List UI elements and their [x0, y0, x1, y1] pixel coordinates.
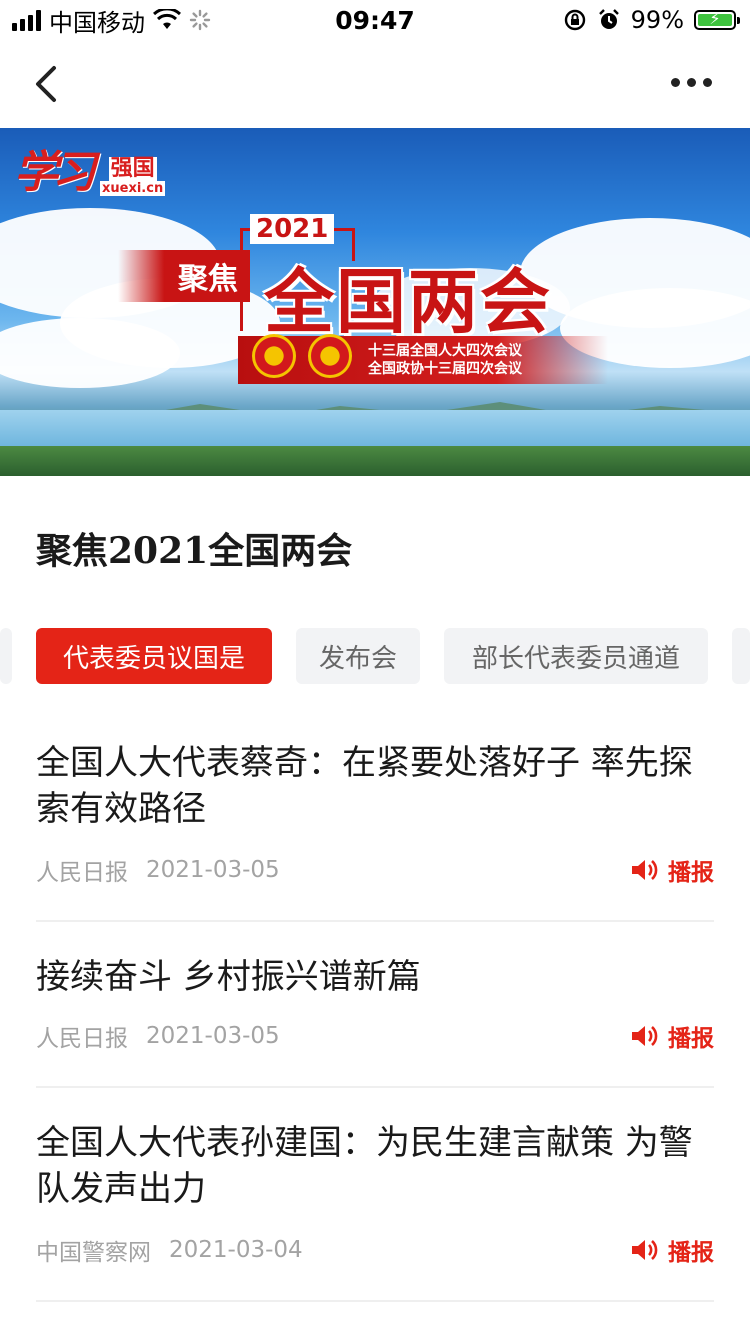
article-source: 中国警察网	[36, 1240, 151, 1266]
article-title[interactable]: 全国人大代表蔡奇：在紧要处落好子 率先探索有效路径	[36, 740, 714, 832]
nav-bar	[0, 40, 750, 128]
article-date: 2021-03-05	[146, 1023, 280, 1049]
battery-icon: ⚡	[694, 9, 740, 30]
more-dots-icon	[671, 78, 680, 87]
play-button[interactable]: 播报	[630, 852, 714, 888]
logo-brand: 强国	[108, 156, 157, 181]
speaker-icon	[632, 1240, 658, 1260]
national-emblem-icon	[252, 334, 296, 378]
xuexi-logo: 学习 强国 xuexi.cn	[14, 136, 166, 200]
banner-image[interactable]: 学习 强国 xuexi.cn 2021 聚焦 全国两会 十三届全国人大四次会议 …	[0, 128, 750, 476]
article-source: 人民日报	[36, 1026, 128, 1052]
focus-tag: 聚焦	[118, 250, 250, 302]
status-bar: 中国移动 09:47 99% ⚡	[0, 0, 750, 40]
logo-calligraphy: 学习	[14, 147, 96, 198]
back-button[interactable]	[30, 62, 70, 106]
article-meta: 中国警察网 2021-03-04 播报	[36, 1232, 714, 1268]
speaker-icon	[632, 1026, 658, 1046]
play-label: 播报	[668, 1240, 714, 1266]
article-source: 人民日报	[36, 860, 128, 886]
banner-year: 2021	[250, 214, 335, 244]
status-right: 99% ⚡	[563, 6, 740, 34]
play-label: 播报	[668, 1026, 714, 1052]
focus-tag-label: 聚焦	[178, 262, 238, 297]
cppcc-emblem-icon	[308, 334, 352, 378]
meeting-text: 十三届全国人大四次会议 全国政协十三届四次会议	[368, 343, 522, 377]
divider	[36, 1300, 714, 1302]
tab-edge-left[interactable]	[0, 628, 12, 684]
article-item[interactable]: 全国人大代表蔡奇：在紧要处落好子 率先探索有效路径	[36, 740, 714, 832]
article-date: 2021-03-04	[169, 1237, 303, 1263]
logo-url: xuexi.cn	[100, 181, 166, 196]
play-button[interactable]: 播报	[630, 1232, 714, 1268]
shore-shape	[0, 446, 750, 476]
charging-bolt-icon: ⚡	[709, 9, 721, 28]
play-label: 播报	[668, 860, 714, 886]
lake-shape	[0, 410, 750, 450]
play-button[interactable]: 播报	[630, 1018, 714, 1054]
article-date: 2021-03-05	[146, 857, 280, 883]
chevron-left-icon	[36, 66, 56, 102]
article-item[interactable]: 接续奋斗 乡村振兴谱新篇	[36, 954, 714, 1000]
article-item[interactable]: 全国人大代表孙建国：为民生建言献策 为警队发声出力	[36, 1120, 714, 1212]
tab-representatives[interactable]: 代表委员议国是	[36, 628, 272, 684]
battery-percent: 99%	[630, 6, 684, 34]
tab-press-conference[interactable]: 发布会	[296, 628, 420, 684]
tab-edge-right[interactable]	[732, 628, 750, 684]
orientation-lock-icon	[564, 9, 585, 31]
page-title: 聚焦2021全国两会	[36, 530, 353, 572]
article-title[interactable]: 全国人大代表孙建国：为民生建言献策 为警队发声出力	[36, 1120, 714, 1212]
banner-headline: 全国两会	[264, 260, 552, 343]
article-meta: 人民日报 2021-03-05 播报	[36, 852, 714, 888]
category-tabs: 代表委员议国是 发布会 部长代表委员通道	[0, 628, 750, 684]
more-button[interactable]	[671, 78, 712, 87]
article-title[interactable]: 接续奋斗 乡村振兴谱新篇	[36, 954, 714, 1000]
article-meta: 人民日报 2021-03-05 播报	[36, 1018, 714, 1054]
tab-minister-channel[interactable]: 部长代表委员通道	[444, 628, 708, 684]
divider	[36, 920, 714, 922]
divider	[36, 1086, 714, 1088]
speaker-icon	[632, 860, 658, 880]
alarm-icon	[598, 9, 619, 29]
